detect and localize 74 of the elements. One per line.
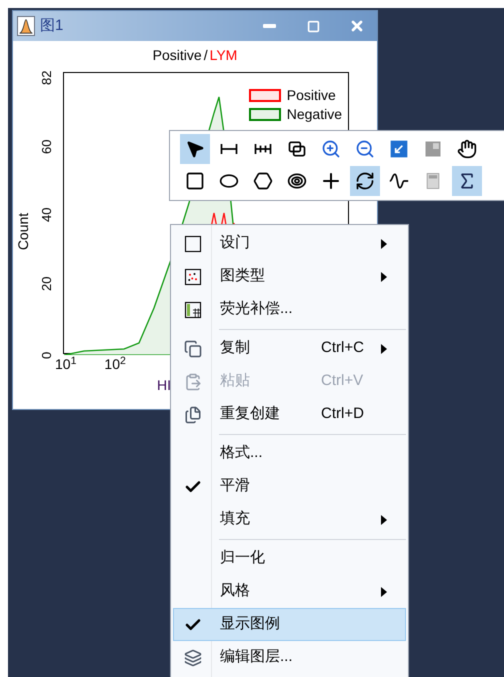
menu-item[interactable]: 格式...: [173, 437, 406, 470]
paste-icon: [184, 372, 202, 390]
submenu-arrow-icon: [381, 239, 387, 249]
menu-item[interactable]: 风格: [173, 575, 406, 608]
menu-item[interactable]: 复制 Ctrl+C: [173, 332, 406, 365]
spiral-icon: [287, 171, 307, 191]
y-tick-label: 20: [38, 275, 54, 290]
menu-item-label: 复制: [220, 338, 251, 358]
chart-title: Positive: [152, 46, 202, 65]
submenu-arrow-icon: [381, 344, 387, 354]
zoom-in-icon: [321, 139, 341, 159]
refresh-icon: [355, 171, 375, 191]
minimize-icon: [262, 24, 276, 28]
menu-item-label: 设门: [220, 233, 251, 254]
menu-item-label: 荧光补偿...: [220, 299, 294, 320]
overlay-icon: [287, 139, 307, 159]
x-tick-label: 10$^{2}$: [104, 354, 126, 374]
copy-icon: [184, 340, 202, 358]
menu-shortcut: Ctrl+D: [321, 404, 364, 424]
duplicate-icon: [184, 406, 202, 424]
title-slash: /: [204, 46, 208, 65]
submenu-arrow-icon: [381, 587, 387, 597]
histogram-icon: [17, 16, 35, 36]
menu-item[interactable]: 显示图例: [173, 608, 406, 641]
menu-item[interactable]: 设门: [173, 227, 406, 260]
menu-item[interactable]: 编辑图层...: [173, 641, 406, 674]
maximize-icon: [306, 20, 320, 32]
toolbar-button[interactable]: [350, 166, 380, 196]
toolbar-button[interactable]: [180, 134, 210, 164]
hand-icon: [457, 139, 477, 159]
menu-item[interactable]: 填充: [173, 503, 406, 536]
menu-item-label: 归一化: [220, 548, 266, 568]
menu-item-label: 平滑: [220, 476, 251, 496]
menu-item-label: 粘贴: [220, 371, 251, 392]
y-tick-label: 40: [38, 206, 54, 222]
menu-shortcut: Ctrl+C: [321, 338, 364, 358]
close-icon: [349, 18, 365, 34]
blank-square-icon: [184, 234, 202, 252]
x-axis-label: HI: [157, 376, 171, 395]
dot-plot-icon: [184, 268, 202, 286]
submenu-arrow-icon: [381, 272, 387, 282]
y-tick-label: 0: [38, 350, 54, 359]
resize-icon: [389, 139, 409, 159]
menu-item[interactable]: 重复创建 Ctrl+D: [173, 398, 406, 431]
zoom-out-icon: [355, 139, 375, 159]
menu-item-label: 格式...: [220, 443, 264, 464]
x-tick-label: 10$^{1}$: [55, 354, 76, 374]
y-axis-label: Count: [14, 212, 32, 250]
y-tick-label: 60: [38, 138, 54, 154]
window-title: 图1: [40, 16, 64, 36]
menu-item-label: 显示图例: [220, 614, 281, 634]
pointer-icon: [185, 139, 205, 159]
menu-item[interactable]: 图类型: [173, 260, 406, 293]
wave-icon: [389, 171, 409, 191]
toolbar-button[interactable]: [452, 166, 482, 196]
hexagon-icon: [253, 171, 273, 191]
legend-label: Negative: [286, 106, 342, 123]
layered-square-icon: [423, 139, 443, 159]
menu-item[interactable]: 荧光补偿...: [173, 293, 406, 326]
menu-item-label: 填充: [220, 509, 251, 530]
compensation-grid-icon: [184, 300, 202, 318]
menu-item-label: 重复创建: [220, 404, 281, 424]
legend-label: Positive: [286, 87, 336, 104]
submenu-arrow-icon: [381, 515, 387, 525]
menu-item-label: 编辑图层...: [220, 647, 294, 668]
menu-item[interactable]: 平滑: [173, 470, 406, 503]
layers-icon: [184, 648, 202, 666]
y-tick-label: 82: [38, 70, 54, 85]
menu-item-label: 图类型: [220, 266, 266, 286]
menu-item-label: 风格: [220, 581, 251, 602]
chart-subtitle: LYM: [210, 46, 238, 65]
rectangle-icon: [185, 171, 205, 191]
menu-item[interactable]: 归一化: [173, 542, 406, 575]
menu-shortcut: Ctrl+V: [321, 371, 364, 392]
